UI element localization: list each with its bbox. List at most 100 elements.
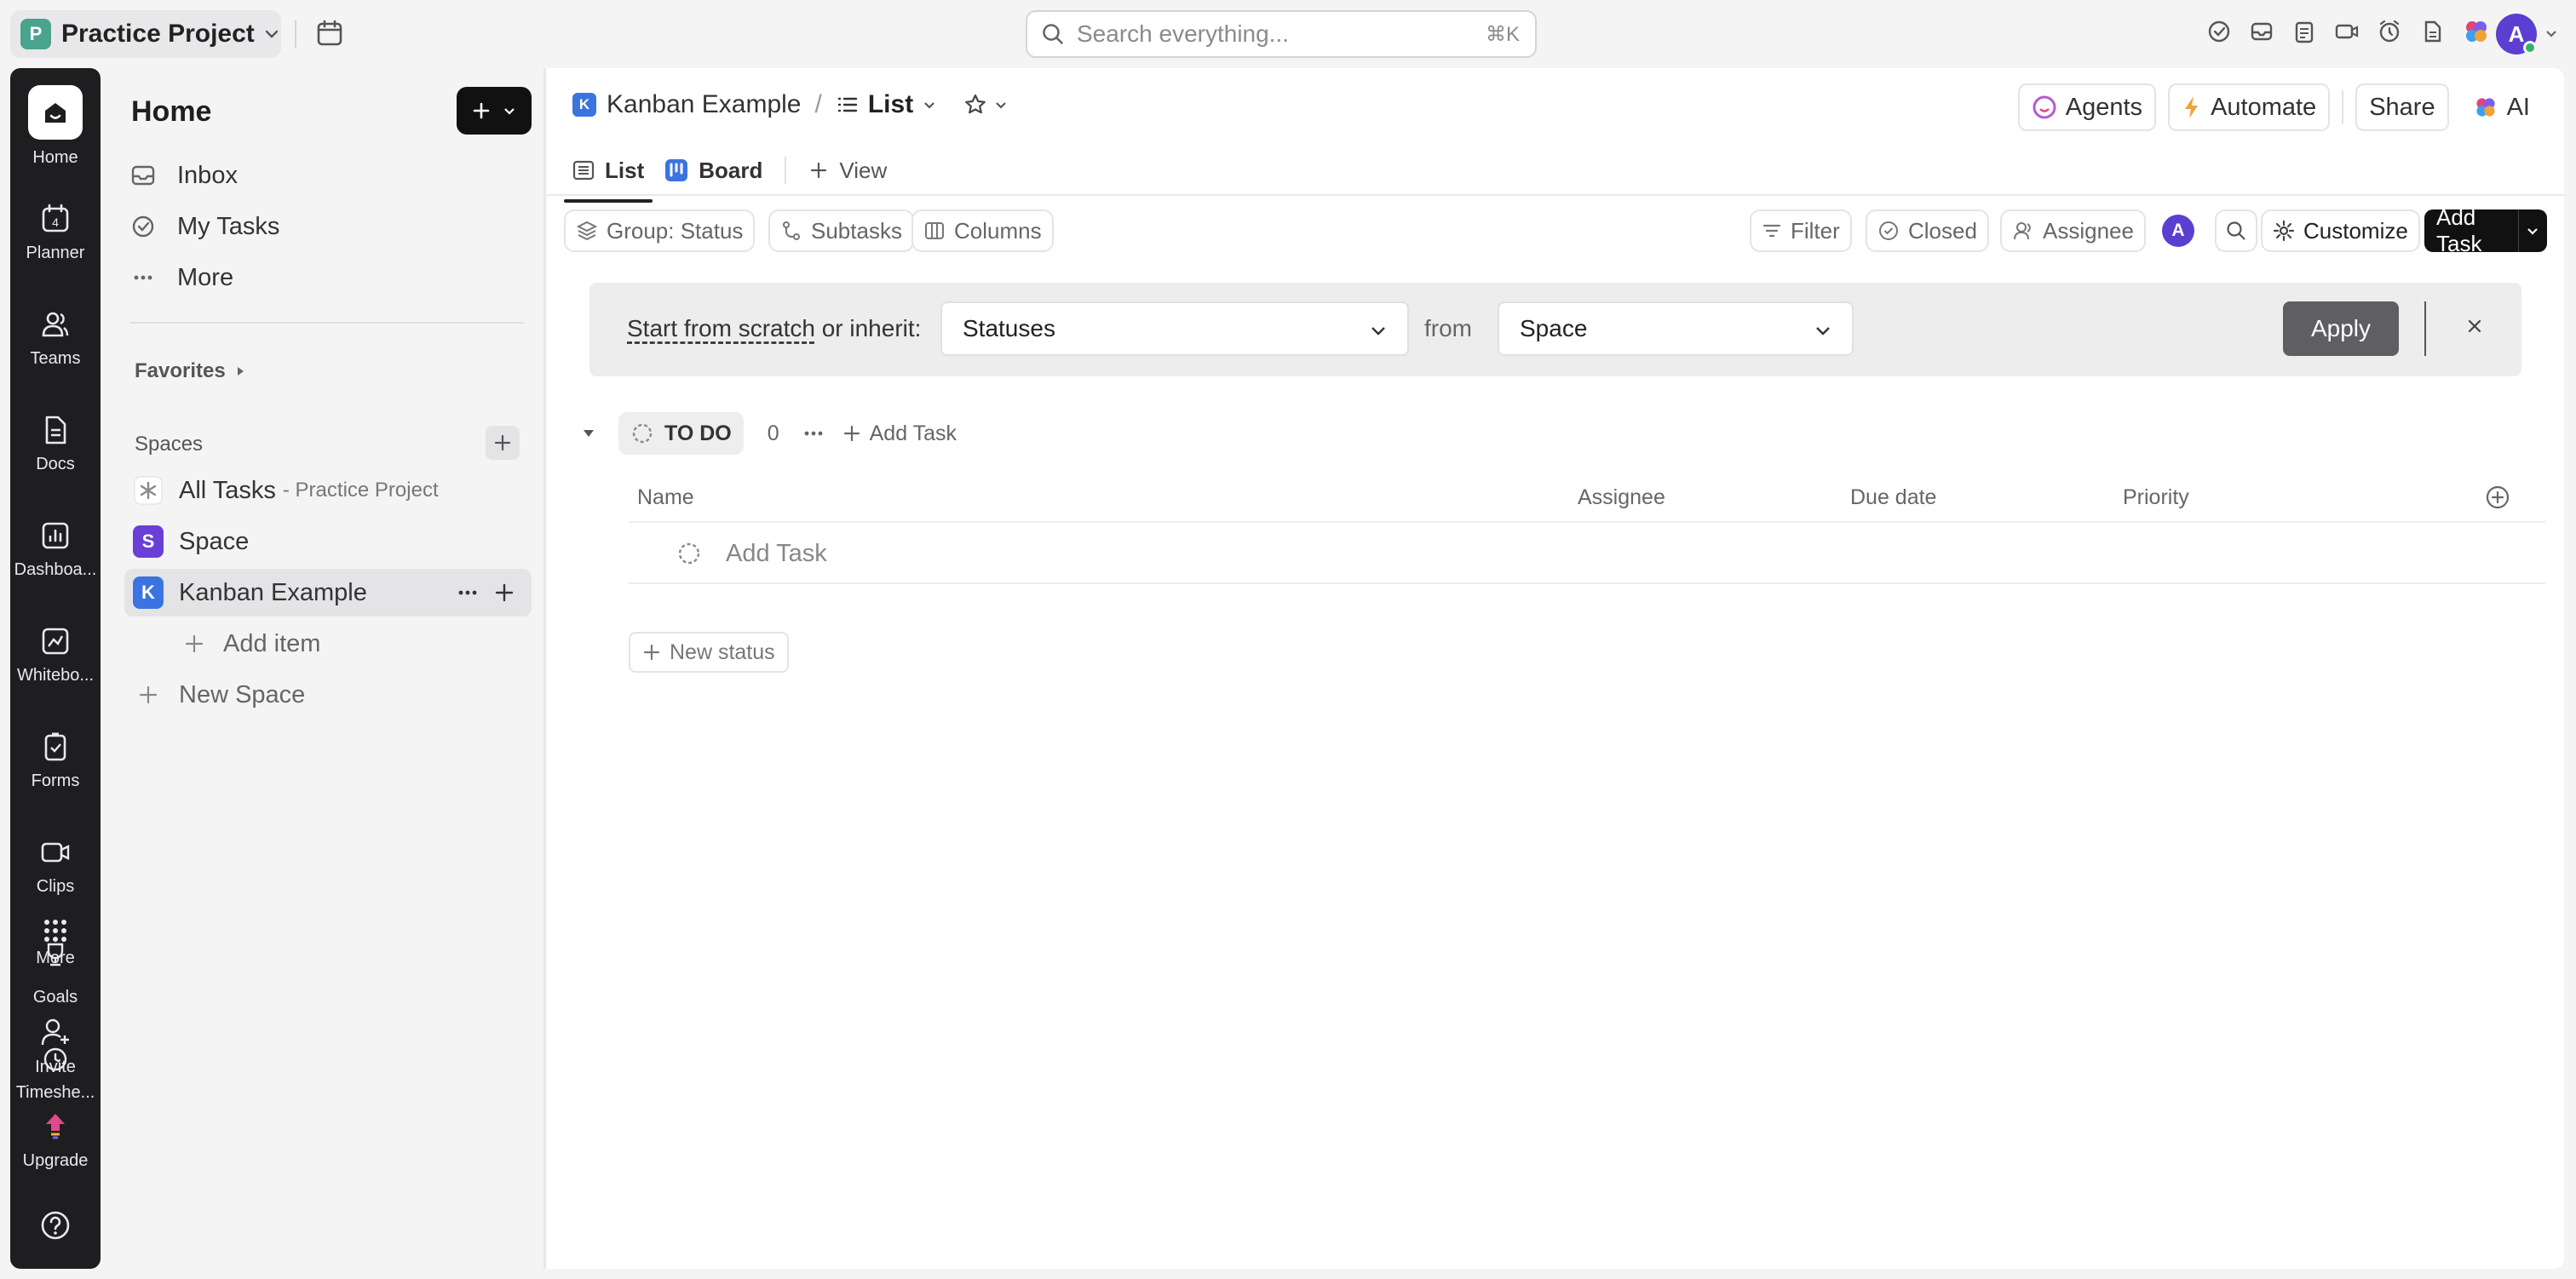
star-icon[interactable] [963,92,988,118]
closed-button[interactable]: Closed [1866,209,1989,252]
rail-item-home[interactable]: Home [10,85,101,168]
calendar-icon[interactable] [315,19,344,48]
rail-item-upgrade[interactable]: Upgrade [10,1109,101,1171]
statuses-select[interactable]: Statuses [940,301,1409,356]
favorites-label: Favorites [135,359,226,382]
rail-item-goals[interactable]: Goals [10,940,101,1007]
svg-text:4: 4 [52,215,59,229]
sidebar-item-all-tasks[interactable]: All Tasks - Practice Project [133,468,439,513]
rail-item-dashboards[interactable]: Dashboa... [10,519,101,580]
ai-button[interactable]: AI [2460,83,2542,131]
filter-label: Filter [1791,217,1840,244]
share-button[interactable]: Share [2355,83,2449,131]
columns-button[interactable]: Columns [911,209,1054,252]
notepad-icon[interactable] [2291,19,2317,44]
subtasks-icon [783,221,800,240]
app-rail: Home 4 Planner Teams Docs Dashboa... Whi… [10,68,101,1269]
search-tasks-button[interactable] [2215,209,2257,252]
add-column-icon[interactable] [2484,484,2511,511]
inherit-prompt: Start from scratch or inherit: [627,315,921,342]
filter-button[interactable]: Filter [1750,209,1852,252]
header-actions: Agents Automate Share AI [2017,83,2542,131]
new-space-button[interactable]: New Space [133,673,305,717]
rail-item-clips[interactable]: Clips [10,836,101,897]
add-item-label: Add item [223,629,321,657]
sidebar-item-more[interactable]: More [128,255,233,300]
inbox-icon[interactable] [2249,19,2274,44]
brain-icon[interactable] [2462,17,2491,46]
tab-list[interactable]: List [564,146,653,203]
top-bar: P Practice Project Search everything... … [0,0,2576,68]
rail-label: Upgrade [22,1151,89,1170]
rail-item-timesheets[interactable]: Timeshe... [10,1046,101,1103]
ai-label: AI [2506,93,2530,121]
group-by-button[interactable]: Group: Status [564,209,756,252]
tab-board[interactable]: Board [656,146,771,194]
search-icon [1043,24,1063,44]
add-view-button[interactable]: View [800,146,895,194]
column-due-date[interactable]: Due date [1850,485,1936,510]
column-assignee[interactable]: Assignee [1578,485,1665,510]
alarm-icon[interactable] [2377,19,2402,44]
favorites-header[interactable]: Favorites [135,359,246,383]
column-name[interactable]: Name [637,485,694,510]
apply-button[interactable]: Apply [2283,301,2399,356]
plus-icon [494,434,511,451]
check-circle-icon[interactable] [2206,19,2232,44]
status-pill[interactable]: TO DO [618,412,744,455]
dashed-circle-icon [632,423,653,444]
help-button[interactable] [10,1209,101,1242]
goals-icon [47,943,64,966]
breadcrumb-view[interactable]: List [836,90,937,119]
chevron-down-icon[interactable] [2544,26,2559,41]
rail-item-docs[interactable]: Docs [10,414,101,474]
main-panel: K Kanban Example / List Agents Automate [547,68,2564,1269]
video-icon[interactable] [2334,19,2360,44]
customize-button[interactable]: Customize [2261,209,2420,252]
plus-icon [643,644,660,661]
column-priority[interactable]: Priority [2123,485,2189,510]
new-status-button[interactable]: New status [629,632,789,673]
rail-item-planner[interactable]: 4 Planner [10,203,101,263]
document-icon[interactable] [2419,19,2445,44]
table-header: Name Assignee Due date Priority [629,472,2545,523]
plus-icon[interactable] [492,581,516,605]
workspace-switcher[interactable]: P Practice Project [10,10,281,58]
add-task-button[interactable]: Add Task [2424,204,2547,256]
ellipsis-icon[interactable] [802,422,825,445]
spaces-header: Spaces [135,433,203,456]
rail-item-whiteboards[interactable]: Whitebo... [10,625,101,685]
add-space-button[interactable] [486,426,520,460]
create-new-button[interactable] [457,87,532,135]
rail-item-forms[interactable]: Forms [10,731,101,791]
add-task-row[interactable]: Add Task [629,525,2545,584]
search-bar[interactable]: Search everything... ⌘K [1026,10,1537,58]
add-item-button[interactable]: Add item [179,622,320,666]
subtasks-button[interactable]: Subtasks [768,209,914,252]
group-add-task-button[interactable]: Add Task [842,422,957,446]
ellipsis-icon[interactable] [455,580,480,605]
rail-label: Home [32,148,78,167]
breadcrumb-space[interactable]: Kanban Example [607,90,802,119]
close-icon[interactable] [2464,315,2486,337]
sidebar-item-space[interactable]: S Space [133,519,249,564]
automate-label: Automate [2211,93,2317,121]
caret-down-icon[interactable] [581,426,596,441]
automate-button[interactable]: Automate [2168,83,2331,131]
start-from-scratch-link[interactable]: Start from scratch [627,315,815,341]
caret-right-icon [237,367,244,376]
subtasks-label: Subtasks [811,217,902,244]
rail-item-teams[interactable]: Teams [10,308,101,369]
add-task-dropdown[interactable] [2517,209,2547,252]
sidebar-item-my-tasks[interactable]: My Tasks [128,204,279,249]
rail-label: Timeshe... [15,1083,95,1102]
top-bar-icons [2206,17,2491,46]
sidebar-item-kanban-example[interactable]: K Kanban Example [133,571,533,615]
sidebar-item-inbox[interactable]: Inbox [128,153,238,198]
assignee-button[interactable]: Assignee [2000,209,2146,252]
agents-button[interactable]: Agents [2017,83,2157,131]
sidebar-item-label: All Tasks [179,476,276,504]
assignee-avatar[interactable]: A [2162,215,2194,247]
source-select[interactable]: Space [1498,301,1854,356]
chevron-down-icon[interactable] [993,97,1009,112]
